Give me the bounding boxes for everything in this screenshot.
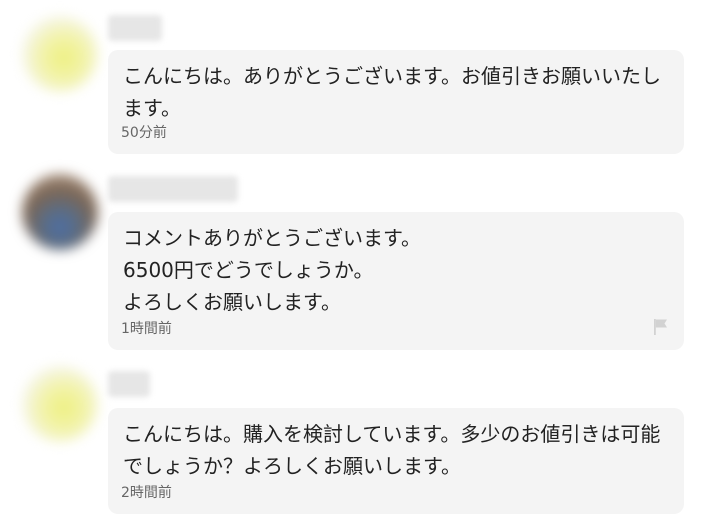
- comment-text: こんにちは。ありがとうございます。お値引きお願いいたします。: [123, 64, 661, 120]
- avatar[interactable]: [22, 174, 98, 250]
- username-blurred[interactable]: [108, 176, 238, 202]
- comment-timestamp: 2時間前: [121, 485, 172, 501]
- comment-bubble: こんにちは。購入を検討しています。多少のお値引きは可能でしょうか？よろしくお願い…: [108, 408, 684, 514]
- comment-bubble: こんにちは。ありがとうございます。お値引きお願いいたします。 50分前: [108, 50, 684, 154]
- comment-timestamp: 50分前: [121, 125, 167, 141]
- username-blurred[interactable]: [108, 15, 162, 41]
- comment-timestamp: 1時間前: [121, 321, 172, 337]
- username-blurred[interactable]: [108, 371, 150, 397]
- comment-bubble: コメントありがとうございます。 6500円でどうでしょうか。 よろしくお願いしま…: [108, 212, 684, 350]
- avatar[interactable]: [22, 366, 98, 442]
- avatar[interactable]: [22, 16, 98, 92]
- flag-icon[interactable]: [653, 319, 668, 335]
- comment-thread: こんにちは。ありがとうございます。お値引きお願いいたします。 50分前 コメント…: [0, 0, 717, 527]
- comment-text: こんにちは。購入を検討しています。多少のお値引きは可能でしょうか？よろしくお願い…: [123, 422, 661, 478]
- comment-text: コメントありがとうございます。 6500円でどうでしょうか。 よろしくお願いしま…: [123, 226, 421, 314]
